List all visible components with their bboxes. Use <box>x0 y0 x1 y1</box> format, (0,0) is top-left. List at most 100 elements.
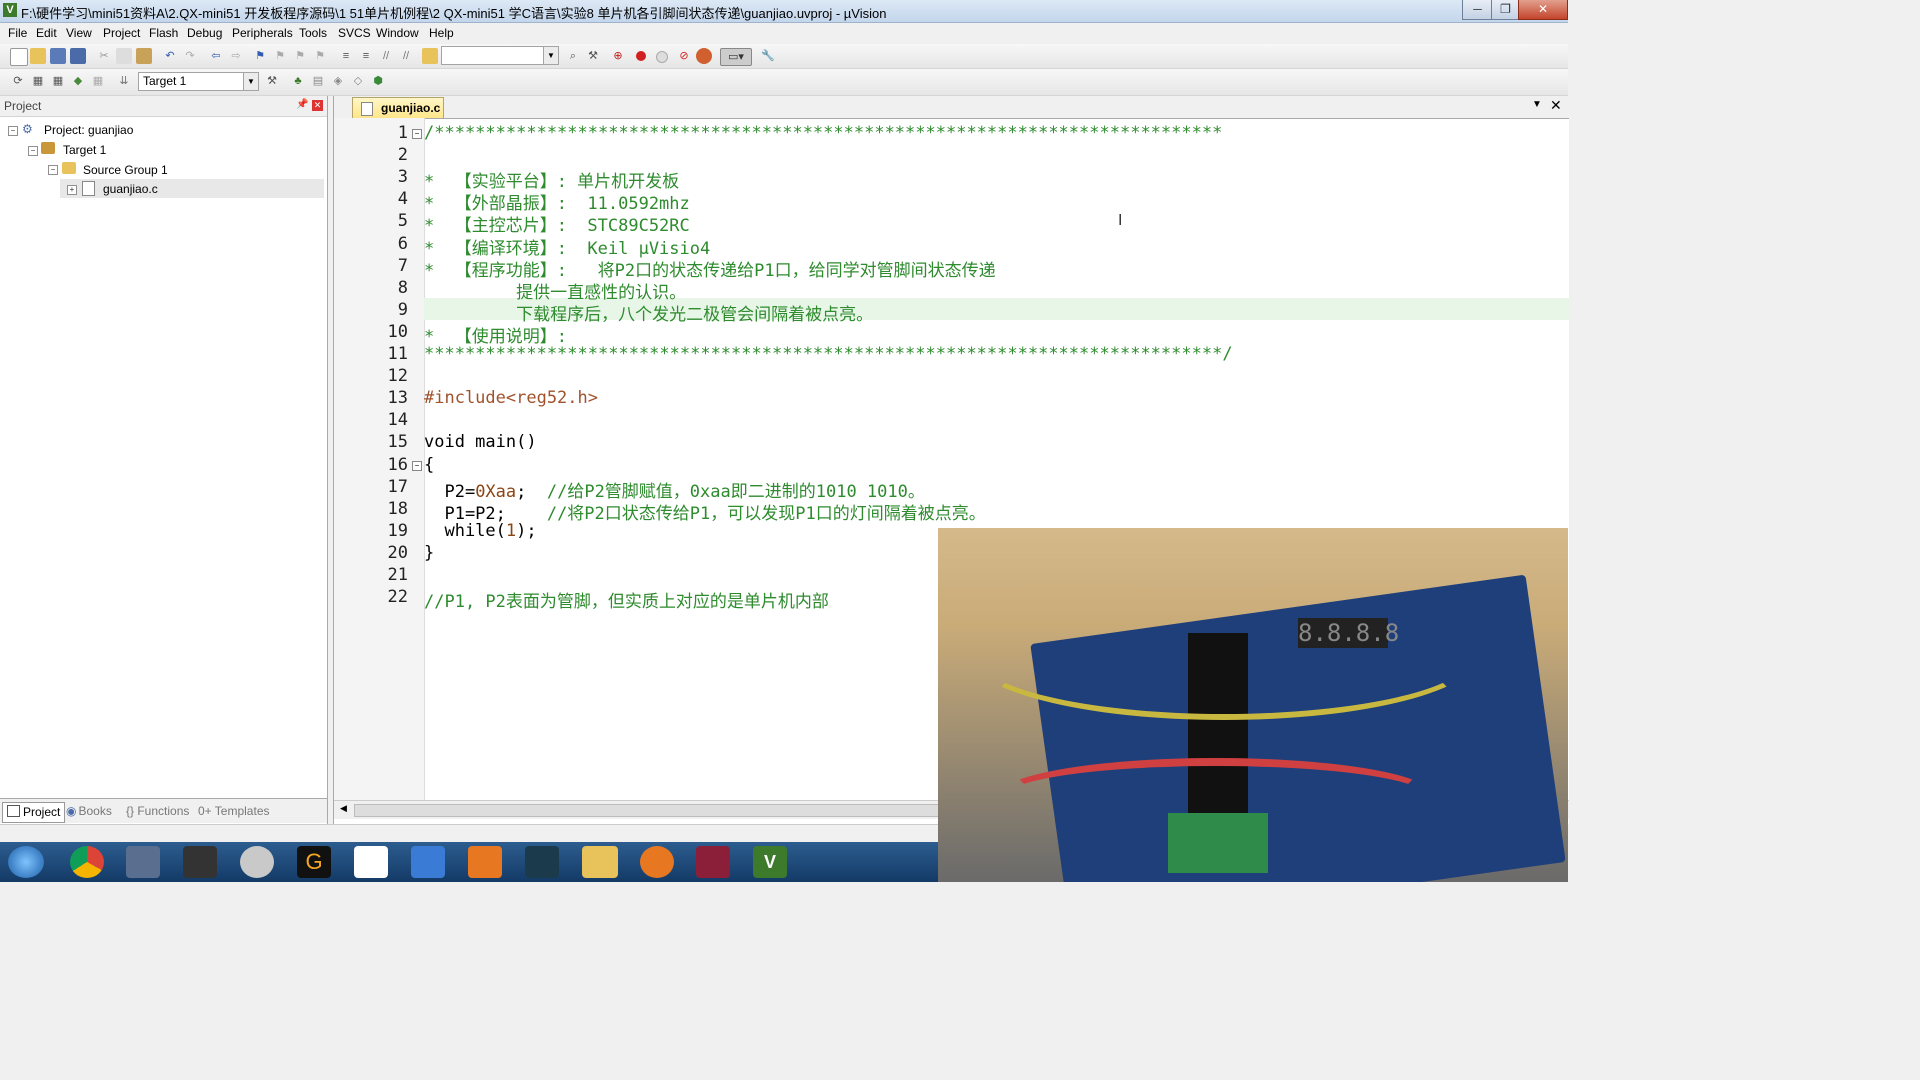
run-env-icon[interactable]: ⬢ <box>370 73 386 89</box>
collapse-icon[interactable]: − <box>8 126 18 136</box>
disable-all-breakpoints-icon[interactable]: ⊘ <box>676 48 692 64</box>
menu-view[interactable]: View <box>66 26 92 40</box>
breakpoint-icon[interactable] <box>636 51 646 61</box>
tab-project-label: Project <box>23 805 61 819</box>
tree-source-group[interactable]: Source Group 1 <box>83 161 168 179</box>
tab-templates[interactable]: 0+ Templates <box>198 802 270 820</box>
menu-help[interactable]: Help <box>429 26 454 40</box>
find-combo[interactable]: ▼ <box>441 46 559 65</box>
select-packs-icon[interactable]: ▤ <box>310 73 326 89</box>
project-panel-header: Project 📌 ✕ <box>0 96 327 117</box>
g-app-icon[interactable]: G <box>297 846 331 878</box>
close-tab-icon[interactable]: ✕ <box>1550 97 1562 114</box>
menu-tools[interactable]: Tools <box>299 26 327 40</box>
bird-app-icon[interactable] <box>411 846 445 878</box>
tab-functions[interactable]: {} Functions <box>126 802 189 820</box>
tree-file[interactable]: guanjiao.c <box>103 180 158 198</box>
collapse-icon[interactable]: − <box>48 165 58 175</box>
keil-app-icon[interactable]: V <box>753 846 787 878</box>
menu-debug[interactable]: Debug <box>187 26 222 40</box>
target-options-icon[interactable]: ⚒ <box>264 73 280 89</box>
build-icon[interactable]: ▦ <box>30 73 46 89</box>
navigate-forward-icon[interactable]: ⇨ <box>228 48 244 64</box>
target-select[interactable]: Target 1 ▼ <box>138 72 259 91</box>
expand-icon[interactable]: + <box>67 185 77 195</box>
start-orb-icon[interactable] <box>8 846 44 878</box>
disable-breakpoint-icon[interactable] <box>656 51 668 63</box>
fold-collapse-icon[interactable]: − <box>412 129 422 139</box>
tab-books[interactable]: ◉ Books <box>66 802 112 820</box>
chevron-down-icon[interactable]: ▼ <box>243 73 258 90</box>
code-line: /***************************************… <box>424 123 1223 143</box>
minimize-button[interactable]: ─ <box>1462 0 1493 20</box>
pack-installer-icon[interactable]: ◇ <box>350 73 366 89</box>
find-in-files-icon[interactable] <box>422 48 438 64</box>
prev-bookmark-icon[interactable]: ⚑ <box>272 48 288 64</box>
line-number: 12 <box>387 366 408 387</box>
menu-project[interactable]: Project <box>103 26 140 40</box>
pin-icon[interactable]: 📌 <box>296 99 308 110</box>
close-panel-icon[interactable]: ✕ <box>312 100 323 111</box>
chrome-icon[interactable] <box>70 846 104 878</box>
menu-flash[interactable]: Flash <box>149 26 178 40</box>
stop-build-icon[interactable]: ▦ <box>90 73 106 89</box>
chart-app-icon[interactable] <box>696 846 730 878</box>
video-tool-icon[interactable] <box>126 846 160 878</box>
code-line: while(1); <box>424 520 537 541</box>
download-icon[interactable]: ⇊ <box>116 73 132 89</box>
close-button[interactable]: ✕ <box>1518 0 1568 20</box>
manage-run-env-icon[interactable]: ◈ <box>330 73 346 89</box>
cut-icon[interactable]: ✂ <box>96 48 112 64</box>
indent-icon[interactable]: ≡ <box>338 48 354 64</box>
undo-icon[interactable]: ↶ <box>162 48 178 64</box>
menu-svcs[interactable]: SVCS <box>338 26 371 40</box>
incremental-find-icon[interactable]: ⚒ <box>585 48 601 64</box>
open-file-icon[interactable] <box>30 48 46 64</box>
folder-icon[interactable] <box>582 846 618 878</box>
menu-edit[interactable]: Edit <box>36 26 57 40</box>
manage-components-icon[interactable]: ♣ <box>290 73 306 89</box>
comment-icon[interactable]: // <box>378 48 394 64</box>
camera-icon[interactable] <box>240 846 274 878</box>
bookmark-icon[interactable]: ⚑ <box>252 48 268 64</box>
window-layout-icon[interactable]: ▭▾ <box>720 48 752 66</box>
batch-build-icon[interactable]: ◆ <box>70 73 86 89</box>
network-app-icon[interactable] <box>354 846 388 878</box>
tab-guanjiao-c[interactable]: guanjiao.c <box>352 97 444 118</box>
rebuild-icon[interactable]: ▦ <box>50 73 66 89</box>
menu-file[interactable]: File <box>8 26 27 40</box>
fold-collapse-icon[interactable]: − <box>412 460 422 471</box>
scroll-left-icon[interactable]: ◀ <box>340 803 347 814</box>
redo-icon[interactable]: ↷ <box>182 48 198 64</box>
clear-bookmarks-icon[interactable]: ⚑ <box>312 48 328 64</box>
menu-window[interactable]: Window <box>376 26 419 40</box>
chevron-down-icon[interactable]: ▼ <box>543 47 558 64</box>
paste-icon[interactable] <box>136 48 152 64</box>
copy-icon[interactable] <box>116 48 132 64</box>
navigate-back-icon[interactable]: ⇦ <box>208 48 224 64</box>
save-icon[interactable] <box>50 48 66 64</box>
clapper-icon[interactable] <box>183 846 217 878</box>
find-icon[interactable]: ⌕ <box>565 48 581 64</box>
kill-breakpoints-icon[interactable] <box>696 48 712 64</box>
debug-session-icon[interactable]: ⊕ <box>610 48 626 64</box>
tree-target[interactable]: Target 1 <box>63 141 106 159</box>
menu-peripherals[interactable]: Peripherals <box>232 26 293 40</box>
collapse-icon[interactable]: − <box>28 146 38 156</box>
new-file-icon[interactable] <box>10 48 28 66</box>
unindent-icon[interactable]: ≡ <box>358 48 374 64</box>
translate-icon[interactable]: ⟳ <box>10 73 26 89</box>
configure-wrench-icon[interactable]: 🔧 <box>760 48 776 64</box>
tab-list-chevron-icon[interactable]: ▼ <box>1532 99 1542 110</box>
save-all-icon[interactable] <box>70 48 86 64</box>
uncomment-icon[interactable]: // <box>398 48 414 64</box>
maximize-button[interactable]: ❐ <box>1491 0 1520 20</box>
tab-books-label: Books <box>78 804 112 818</box>
tree-project[interactable]: Project: guanjiao <box>44 121 133 139</box>
pdf-app-icon[interactable] <box>468 846 502 878</box>
flame-app-icon[interactable] <box>640 846 674 878</box>
next-bookmark-icon[interactable]: ⚑ <box>292 48 308 64</box>
code-comment: //将P2口状态传给P1，可以发现P1口的灯间隔着被点亮。 <box>546 503 986 524</box>
tab-project[interactable]: Project <box>2 802 66 823</box>
media-app-icon[interactable] <box>525 846 559 878</box>
